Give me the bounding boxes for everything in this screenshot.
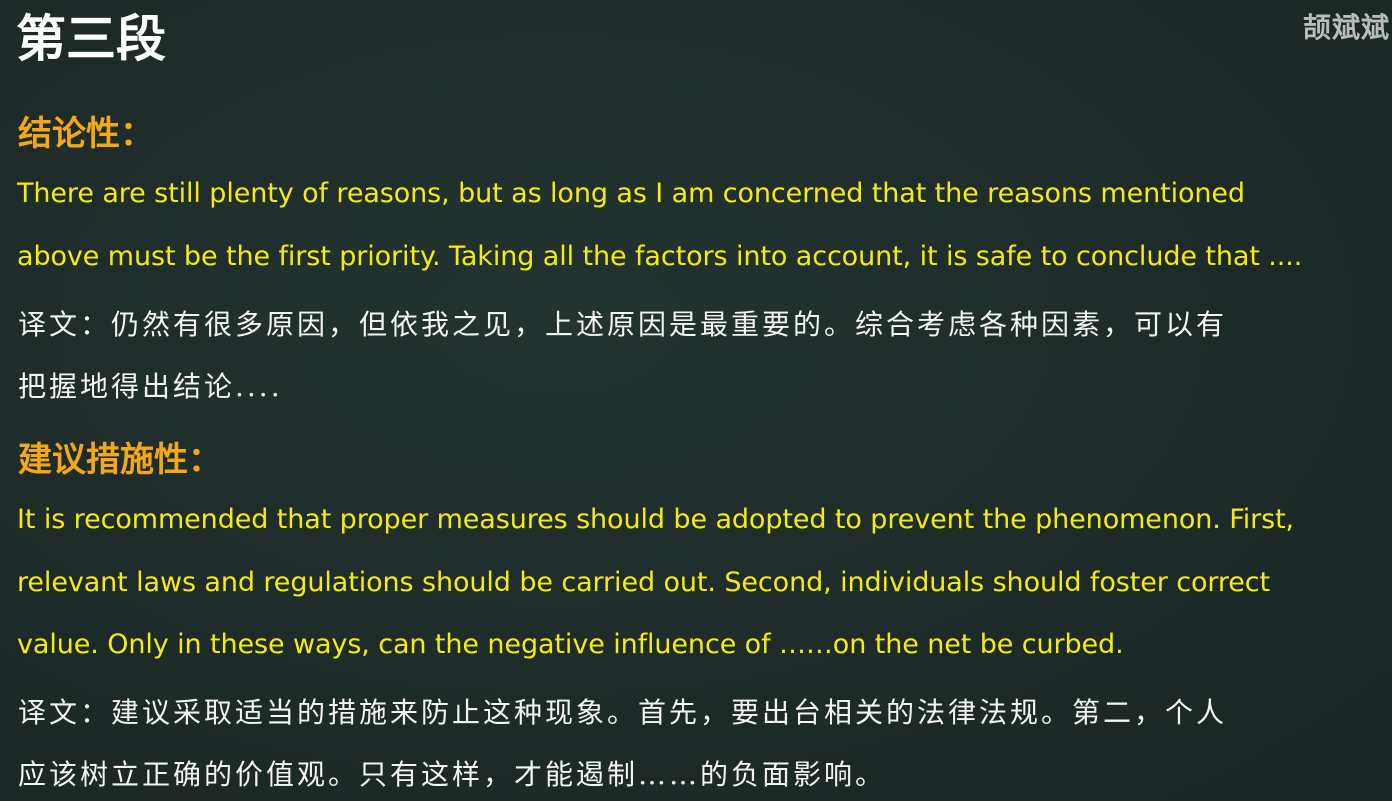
slide: 颉斌斌 第三段 结论性： There are still plenty of r…: [0, 0, 1392, 801]
section-heading-conclusion: 结论性：: [18, 114, 154, 154]
author-watermark: 颉斌斌: [1302, 11, 1390, 44]
page-title: 第三段: [16, 10, 166, 68]
conclusion-translation-line-2: 把握地得出结论....: [18, 370, 283, 403]
conclusion-english-line-1: There are still plenty of reasons, but a…: [17, 178, 1245, 209]
suggestions-english-line-2: relevant laws and regulations should be …: [17, 567, 1271, 598]
suggestions-translation-line-2: 应该树立正确的价值观。只有这样，才能遏制……的负面影响。: [18, 758, 887, 791]
section-heading-suggestions: 建议措施性：: [18, 440, 222, 480]
suggestions-translation-line-1: 译文：建议采取适当的措施来防止这种现象。首先，要出台相关的法律法规。第二，个人: [18, 696, 1228, 729]
conclusion-translation-line-1: 译文：仍然有很多原因，但依我之见，上述原因是最重要的。综合考虑各种因素，可以有: [18, 308, 1228, 341]
suggestions-english-line-1: It is recommended that proper measures s…: [17, 504, 1295, 535]
conclusion-english-line-2: above must be the first priority. Taking…: [17, 241, 1303, 272]
suggestions-english-line-3: value. Only in these ways, can the negat…: [17, 629, 1124, 660]
